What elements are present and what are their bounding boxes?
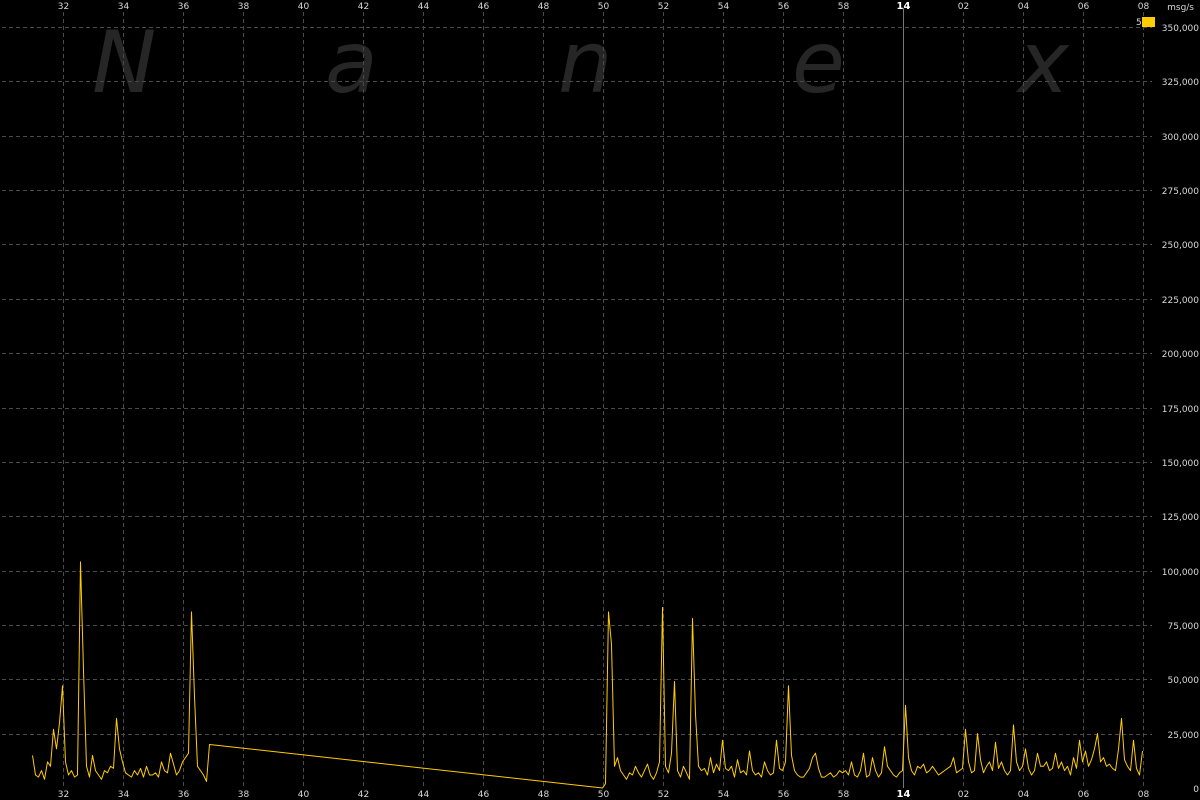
x-tick-label-bottom: 40 xyxy=(298,790,310,800)
x-tick-label-bottom: 50 xyxy=(598,790,610,800)
legend-entry-label: 5 xyxy=(1136,18,1142,28)
x-tick-label-bottom: 36 xyxy=(178,790,190,800)
legend-swatch xyxy=(1142,17,1155,27)
x-tick-label-top: 32 xyxy=(58,2,69,12)
x-tick-label-bottom: 52 xyxy=(658,790,669,800)
msg-rate-chart: N a n e x 32 34 36 38 40 42 44 46 48 50 52 54 56 58 14… xyxy=(0,0,1200,800)
x-tick-label-bottom: 08 xyxy=(1138,790,1150,800)
y-tick-label: 50,000 xyxy=(1168,676,1200,686)
x-tick-label-bottom: 38 xyxy=(238,790,250,800)
y-tick-label: 150,000 xyxy=(1162,459,1199,469)
y-unit-label: msg/s xyxy=(1167,3,1194,13)
y-tick-label: 175,000 xyxy=(1162,405,1199,415)
x-tick-label-top: 04 xyxy=(1018,2,1030,12)
y-tick-label: 250,000 xyxy=(1162,241,1199,251)
x-tick-label-top: 54 xyxy=(718,2,730,12)
x-tick-label-top: 48 xyxy=(538,2,550,12)
x-tick-label-top: 02 xyxy=(958,2,969,12)
x-tick-label-bottom: 42 xyxy=(358,790,369,800)
x-tick-label-top: 46 xyxy=(478,2,490,12)
y-tick-label: 300,000 xyxy=(1162,133,1199,143)
x-tick-label-bottom: 04 xyxy=(1018,790,1030,800)
x-tick-label-bottom: 54 xyxy=(718,790,730,800)
x-tick-label-top: 38 xyxy=(238,2,250,12)
x-tick-label-top: 14 xyxy=(897,1,911,12)
y-tick-label: 225,000 xyxy=(1162,296,1199,306)
x-tick-label-bottom: 58 xyxy=(838,790,850,800)
x-tick-label-top: 58 xyxy=(838,2,850,12)
x-tick-label-bottom: 48 xyxy=(538,790,550,800)
x-tick-label-top: 44 xyxy=(418,2,430,12)
x-tick-label-bottom: 34 xyxy=(118,790,130,800)
x-tick-label-top: 06 xyxy=(1078,2,1090,12)
x-tick-label-bottom: 32 xyxy=(58,790,69,800)
y-tick-label: 75,000 xyxy=(1168,622,1200,632)
y-tick-label: 350,000 xyxy=(1162,24,1199,34)
x-tick-label-bottom: 44 xyxy=(418,790,430,800)
y-tick-label: 25,000 xyxy=(1168,731,1200,741)
x-tick-label-top: 40 xyxy=(298,2,310,12)
x-tick-label-top: 34 xyxy=(118,2,130,12)
y-tick-label: 100,000 xyxy=(1162,568,1199,578)
y-tick-label: 200,000 xyxy=(1162,350,1199,360)
x-tick-label-top: 08 xyxy=(1138,2,1150,12)
x-tick-label-top: 56 xyxy=(778,2,790,12)
x-tick-label-bottom: 14 xyxy=(897,789,911,800)
x-tick-label-bottom: 02 xyxy=(958,790,969,800)
y-tick-label: 275,000 xyxy=(1162,187,1199,197)
x-tick-label-top: 36 xyxy=(178,2,190,12)
chart-area: N a n e x 32 34 36 38 40 42 44 46 48 50 52 54 56 58 14… xyxy=(0,0,1200,800)
y-axis: 0 25,000 50,000 75,000 100,000 125,000 150,000… xyxy=(1162,24,1199,795)
x-tick-label-bottom: 56 xyxy=(778,790,790,800)
x-tick-label-bottom: 46 xyxy=(478,790,490,800)
x-tick-label-top: 52 xyxy=(658,2,669,12)
x-tick-label-bottom: 06 xyxy=(1078,790,1090,800)
y-tick-label: 125,000 xyxy=(1162,513,1199,523)
x-tick-label-top: 42 xyxy=(358,2,369,12)
y-tick-label: 325,000 xyxy=(1162,78,1199,88)
y-tick-label: 0 xyxy=(1193,785,1199,795)
x-tick-label-top: 50 xyxy=(598,2,610,12)
